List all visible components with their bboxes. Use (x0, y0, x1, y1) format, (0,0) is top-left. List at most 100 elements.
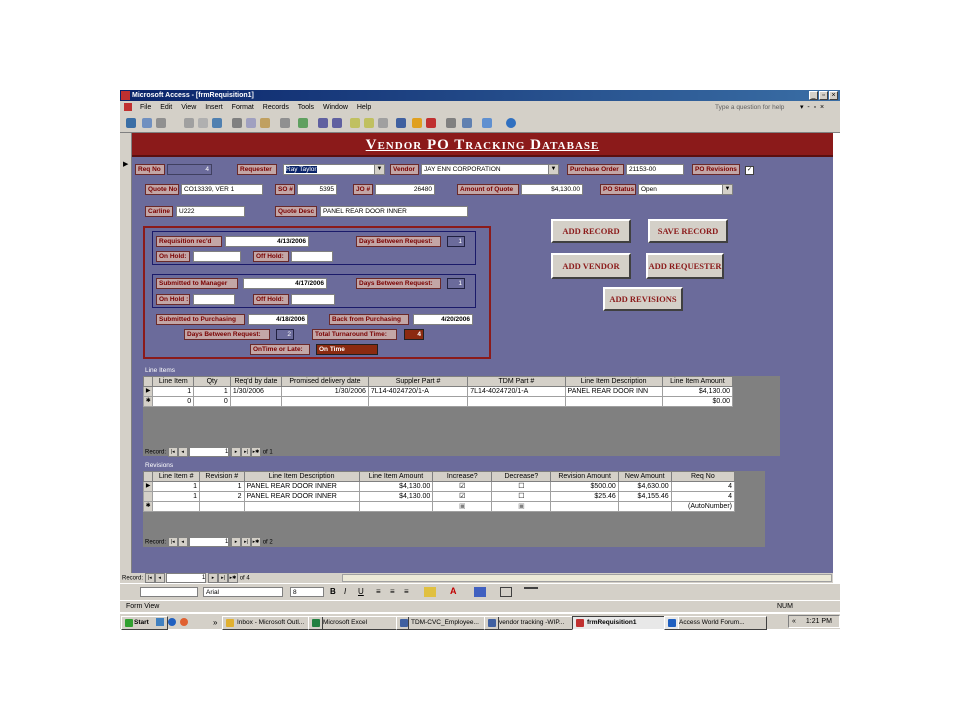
previous-record-icon[interactable]: ◂ (177, 447, 188, 457)
table-cell[interactable]: PANEL REAR DOOR INNER (243, 491, 360, 502)
next-record-icon[interactable]: ▸ (231, 447, 242, 457)
table-cell[interactable]: 1 (198, 481, 245, 492)
view-icon[interactable] (126, 118, 136, 128)
quick-launch-ie-icon[interactable] (168, 618, 176, 626)
on-hold-2-field[interactable] (193, 294, 235, 305)
align-left-icon[interactable]: ≡ (376, 587, 381, 596)
table-cell[interactable]: $0.00 (661, 396, 734, 407)
table-cell[interactable]: 7L14-4024720/1-A (367, 386, 469, 397)
table-row[interactable]: 1 2 PANEL REAR DOOR INNER $4,130.00 ☑ ☐ … (142, 491, 736, 502)
so-no-field[interactable]: 5395 (297, 184, 337, 195)
first-record-icon[interactable]: |◂ (144, 573, 155, 583)
delete-record-icon[interactable] (426, 118, 436, 128)
horizontal-scrollbar[interactable] (342, 574, 832, 582)
cut-icon[interactable] (232, 118, 242, 128)
font-name-combo[interactable]: Arial (203, 587, 283, 597)
border-width-icon[interactable] (500, 587, 512, 597)
column-header[interactable]: Revision # (198, 471, 245, 482)
table-cell[interactable] (229, 396, 283, 407)
table-cell[interactable]: (AutoNumber) (670, 501, 736, 512)
hyperlink-icon[interactable] (298, 118, 308, 128)
record-number-input[interactable]: 1 (166, 573, 207, 583)
column-header[interactable]: TDM Part # (467, 376, 566, 387)
menu-edit[interactable]: Edit (160, 104, 172, 111)
increase-checkbox[interactable]: ▣ (432, 501, 493, 512)
requisition-recd-field[interactable]: 4/13/2006 (225, 236, 309, 247)
increase-checkbox[interactable]: ☑ (432, 491, 493, 502)
italic-icon[interactable]: I (344, 587, 346, 596)
tray-expand-icon[interactable]: « (792, 618, 796, 625)
jo-no-field[interactable]: 26480 (375, 184, 435, 195)
new-record-nav-icon[interactable]: ▸✱ (251, 447, 262, 457)
new-object-icon[interactable] (482, 118, 492, 128)
carline-field[interactable]: U222 (176, 206, 245, 217)
table-cell[interactable]: 2 (198, 491, 245, 502)
sort-descending-icon[interactable] (332, 118, 342, 128)
menu-file[interactable]: File (140, 104, 151, 111)
new-record-nav-icon[interactable]: ▸✱ (251, 537, 262, 547)
table-cell[interactable] (467, 396, 566, 407)
search-icon[interactable] (156, 118, 166, 128)
restore-icon[interactable]: ▫ (819, 91, 828, 100)
properties-icon[interactable] (446, 118, 456, 128)
menu-help[interactable]: Help (357, 104, 371, 111)
last-record-icon[interactable]: ▸| (241, 537, 252, 547)
task-frmrequisition1[interactable]: frmRequisition1 (572, 616, 679, 630)
submitted-to-manager-field[interactable]: 4/17/2006 (243, 278, 327, 289)
table-cell[interactable]: $25.46 (550, 491, 619, 502)
previous-record-icon[interactable]: ◂ (177, 537, 188, 547)
fill-color-icon[interactable] (424, 587, 436, 597)
column-header[interactable]: Line Item Amount (358, 471, 434, 482)
task-excel[interactable]: Microsoft Excel (308, 616, 409, 630)
add-revisions-button[interactable]: ADD REVISIONS (603, 287, 683, 311)
column-header[interactable]: New Amount (617, 471, 672, 482)
apply-filter-icon[interactable] (378, 118, 388, 128)
column-header[interactable]: Line Item Description (564, 376, 663, 387)
increase-checkbox[interactable]: ☑ (432, 481, 493, 492)
new-record-star-icon[interactable]: ✱ (142, 501, 154, 512)
column-header[interactable]: Line Item # (152, 471, 200, 482)
minimize-icon[interactable]: _ (809, 91, 818, 100)
print-preview-icon[interactable] (198, 118, 208, 128)
new-record-icon[interactable] (412, 118, 422, 128)
menu-insert[interactable]: Insert (205, 104, 223, 111)
menu-view[interactable]: View (181, 104, 196, 111)
table-cell[interactable]: 1 (152, 491, 200, 502)
column-header[interactable]: Revision Amount (550, 471, 619, 482)
menu-tools[interactable]: Tools (298, 104, 314, 111)
table-cell[interactable]: $4,130.00 (358, 481, 434, 492)
undo-icon[interactable] (280, 118, 290, 128)
table-row[interactable]: ▶ 1 1 PANEL REAR DOOR INNER $4,130.00 ☑ … (142, 481, 736, 492)
record-selector[interactable]: ▶ (120, 133, 132, 573)
table-cell[interactable] (198, 501, 245, 512)
on-hold-1-field[interactable] (193, 251, 241, 262)
record-number-input[interactable]: 1 (189, 537, 230, 547)
align-center-icon[interactable]: ≡ (390, 587, 395, 596)
table-cell[interactable]: 7L14-4024720/1-A (467, 386, 566, 397)
submitted-to-purchasing-field[interactable]: 4/18/2006 (248, 314, 308, 325)
paste-icon[interactable] (260, 118, 270, 128)
quote-desc-field[interactable]: PANEL REAR DOOR INNER (320, 206, 468, 217)
column-header[interactable]: Line Item (152, 376, 195, 387)
table-cell[interactable]: 4 (670, 481, 736, 492)
table-row[interactable]: ✱ ▣ ▣ (AutoNumber) (142, 501, 736, 512)
align-right-icon[interactable]: ≡ (404, 587, 409, 596)
po-status-combo[interactable]: Open ▼ (638, 184, 733, 195)
spelling-icon[interactable] (212, 118, 222, 128)
help-search-input[interactable]: Type a question for help (715, 104, 795, 111)
quick-launch-media-icon[interactable] (180, 618, 188, 626)
previous-record-icon[interactable]: ◂ (154, 573, 165, 583)
decrease-checkbox[interactable]: ☐ (491, 491, 552, 502)
column-header[interactable]: Line Item Description (243, 471, 360, 482)
underline-icon[interactable]: U (358, 587, 364, 596)
child-window-controls[interactable]: ▾ - ▫ × (800, 103, 824, 111)
last-record-icon[interactable]: ▸| (241, 447, 252, 457)
row-selector-arrow-icon[interactable]: ▶ (142, 386, 154, 397)
chevron-down-icon[interactable]: ▼ (374, 165, 384, 174)
new-record-nav-icon[interactable]: ▸✱ (228, 573, 239, 583)
filter-by-selection-icon[interactable] (350, 118, 360, 128)
table-row[interactable]: ▶ 1 1 1/30/2006 1/30/2006 7L14-4024720/1… (142, 386, 734, 397)
table-cell[interactable]: PANEL REAR DOOR INNER (243, 481, 360, 492)
save-icon[interactable] (142, 118, 152, 128)
sort-ascending-icon[interactable] (318, 118, 328, 128)
